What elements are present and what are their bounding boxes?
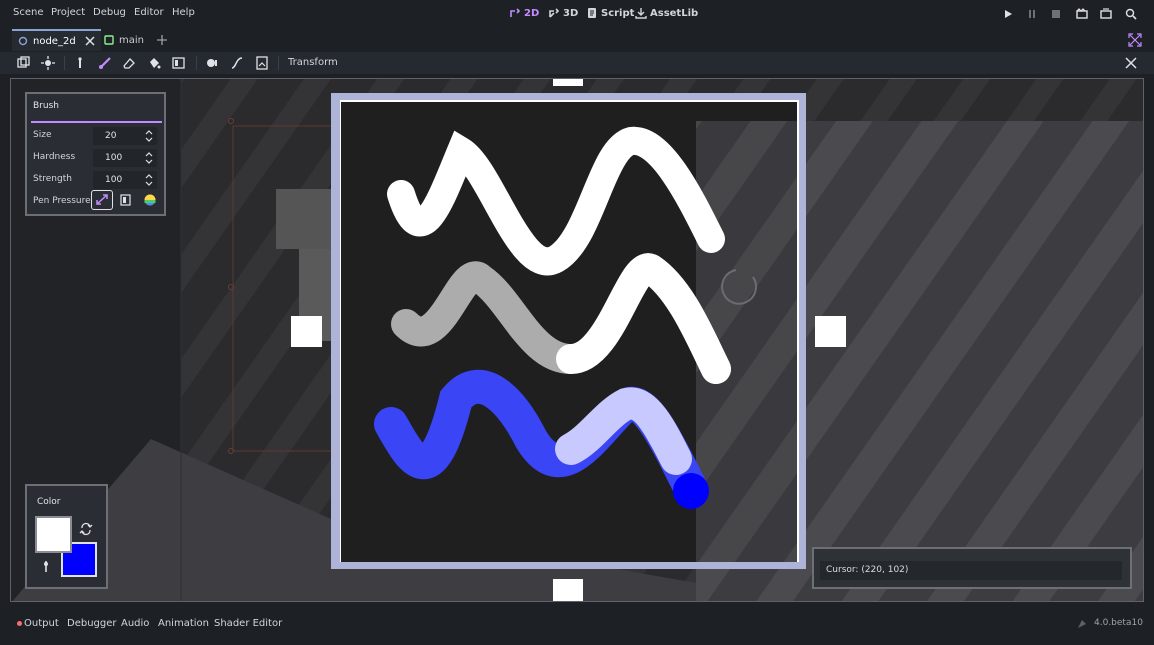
brush-panel: Brush Size 20 Hardness 100 Strength 100 … bbox=[25, 92, 166, 216]
workspace-2d-button[interactable]: 2D bbox=[509, 7, 539, 19]
bottom-tab-animation[interactable]: Animation bbox=[158, 618, 209, 629]
color-picker-icon[interactable] bbox=[73, 56, 87, 70]
toolbar-separator bbox=[64, 56, 65, 70]
toolbar-separator bbox=[278, 56, 279, 70]
cursor-position-text: Cursor: (220, 102) bbox=[826, 565, 909, 575]
strength-label: Strength bbox=[33, 174, 72, 184]
menu-project[interactable]: Project bbox=[51, 7, 85, 18]
editor-toolbar: Transform bbox=[0, 52, 1154, 74]
size-value: 20 bbox=[105, 131, 117, 141]
workspace-assetlib-label: AssetLib bbox=[650, 7, 699, 19]
play-scene-icon[interactable] bbox=[1076, 8, 1088, 20]
movie-maker-icon[interactable] bbox=[1125, 8, 1137, 20]
tab-main-label: main bbox=[119, 34, 144, 46]
strength-value: 100 bbox=[105, 175, 123, 185]
cursor-info-panel: Cursor: (220, 102) bbox=[812, 547, 1132, 589]
script-icon bbox=[588, 8, 596, 18]
brush-panel-underline bbox=[31, 121, 162, 123]
workspace-assetlib-button[interactable]: AssetLib bbox=[635, 7, 698, 19]
color-panel-title: Color bbox=[37, 497, 61, 507]
assetlib-icon bbox=[635, 8, 647, 19]
pressure-size-toggle[interactable] bbox=[91, 190, 113, 210]
canvas-background bbox=[11, 79, 1143, 601]
tab-main[interactable]: main bbox=[98, 29, 150, 51]
size-spinbox[interactable]: 20 bbox=[93, 127, 157, 145]
workspace-3d-button[interactable]: 3D bbox=[548, 7, 578, 19]
eyedropper-icon[interactable] bbox=[41, 560, 51, 574]
brush-shape-icon[interactable] bbox=[205, 56, 219, 70]
workspace-3d-label: 3D bbox=[563, 7, 579, 19]
replace-color-icon[interactable] bbox=[172, 56, 186, 70]
brush-panel-title: Brush bbox=[33, 101, 59, 111]
workspace-script-button[interactable]: Script bbox=[586, 7, 634, 19]
workspace-script-label: Script bbox=[601, 7, 635, 19]
control-icon bbox=[104, 35, 114, 45]
bottom-panel-bar: Output Debugger Audio Animation Shader E… bbox=[0, 610, 1154, 635]
swap-icon[interactable] bbox=[79, 522, 93, 536]
output-indicator-icon bbox=[17, 621, 22, 626]
canvas-viewport[interactable]: Brush Size 20 Hardness 100 Strength 100 … bbox=[10, 78, 1144, 602]
tab-close-icon[interactable] bbox=[85, 36, 95, 46]
node2d-icon bbox=[18, 36, 28, 46]
bottom-tab-audio[interactable]: Audio bbox=[121, 618, 149, 629]
workspace-2d-label: 2D bbox=[524, 7, 540, 19]
scene-tab-bar: node_2d main bbox=[0, 29, 1154, 51]
expand-icon[interactable] bbox=[1128, 33, 1142, 47]
bottom-tab-shader-editor[interactable]: Shader Editor bbox=[214, 618, 282, 629]
3d-workspace-icon bbox=[549, 8, 560, 18]
tab-node-2d-label: node_2d bbox=[33, 35, 76, 47]
menu-editor[interactable]: Editor bbox=[134, 7, 164, 18]
version-label: 4.0.beta10 bbox=[1094, 618, 1143, 628]
hardness-value: 100 bbox=[105, 153, 123, 163]
curve-icon[interactable] bbox=[230, 56, 244, 70]
strength-spinbox[interactable]: 100 bbox=[93, 171, 157, 189]
image-icon[interactable] bbox=[255, 56, 269, 70]
bottom-tab-output[interactable]: Output bbox=[24, 618, 59, 629]
menu-scene[interactable]: Scene bbox=[13, 7, 44, 18]
play-icon[interactable] bbox=[1002, 8, 1014, 20]
menu-help[interactable]: Help bbox=[172, 7, 195, 18]
hardness-label: Hardness bbox=[33, 152, 76, 162]
stop-icon[interactable] bbox=[1050, 8, 1062, 20]
pause-icon[interactable] bbox=[1026, 8, 1038, 20]
spin-arrows-icon[interactable] bbox=[145, 152, 153, 164]
2d-workspace-icon bbox=[510, 8, 521, 17]
play-custom-scene-icon[interactable] bbox=[1100, 8, 1112, 20]
menu-bar: Scene Project Debug Editor Help 2D 3D Sc… bbox=[0, 0, 1154, 28]
spin-arrows-icon[interactable] bbox=[145, 174, 153, 186]
toolbar-separator bbox=[196, 56, 197, 70]
tab-node-2d[interactable]: node_2d bbox=[12, 29, 101, 51]
spin-arrows-icon[interactable] bbox=[145, 130, 153, 142]
close-icon[interactable] bbox=[1124, 56, 1138, 70]
hardness-spinbox[interactable]: 100 bbox=[93, 149, 157, 167]
pressure-opacity-icon[interactable] bbox=[119, 193, 133, 207]
pen-pressure-label: Pen Pressure bbox=[33, 196, 91, 206]
bucket-fill-icon[interactable] bbox=[147, 56, 161, 70]
pivot-icon[interactable] bbox=[41, 56, 55, 70]
menu-debug[interactable]: Debug bbox=[93, 7, 126, 18]
transform-menu[interactable]: Transform bbox=[288, 57, 338, 68]
pressure-color-icon[interactable] bbox=[143, 193, 157, 207]
bottom-tab-debugger[interactable]: Debugger bbox=[67, 618, 117, 629]
cursor-info-box: Cursor: (220, 102) bbox=[820, 561, 1122, 580]
eraser-icon[interactable] bbox=[122, 56, 136, 70]
primary-color-swatch[interactable] bbox=[35, 516, 72, 553]
plus-icon[interactable] bbox=[155, 33, 169, 47]
duplicate-icon[interactable] bbox=[17, 56, 31, 70]
version-icon bbox=[1078, 620, 1086, 628]
color-panel: Color bbox=[25, 484, 108, 589]
pressure-size-icon bbox=[96, 194, 108, 205]
paint-brush-icon[interactable] bbox=[98, 56, 112, 70]
size-label: Size bbox=[33, 130, 52, 140]
